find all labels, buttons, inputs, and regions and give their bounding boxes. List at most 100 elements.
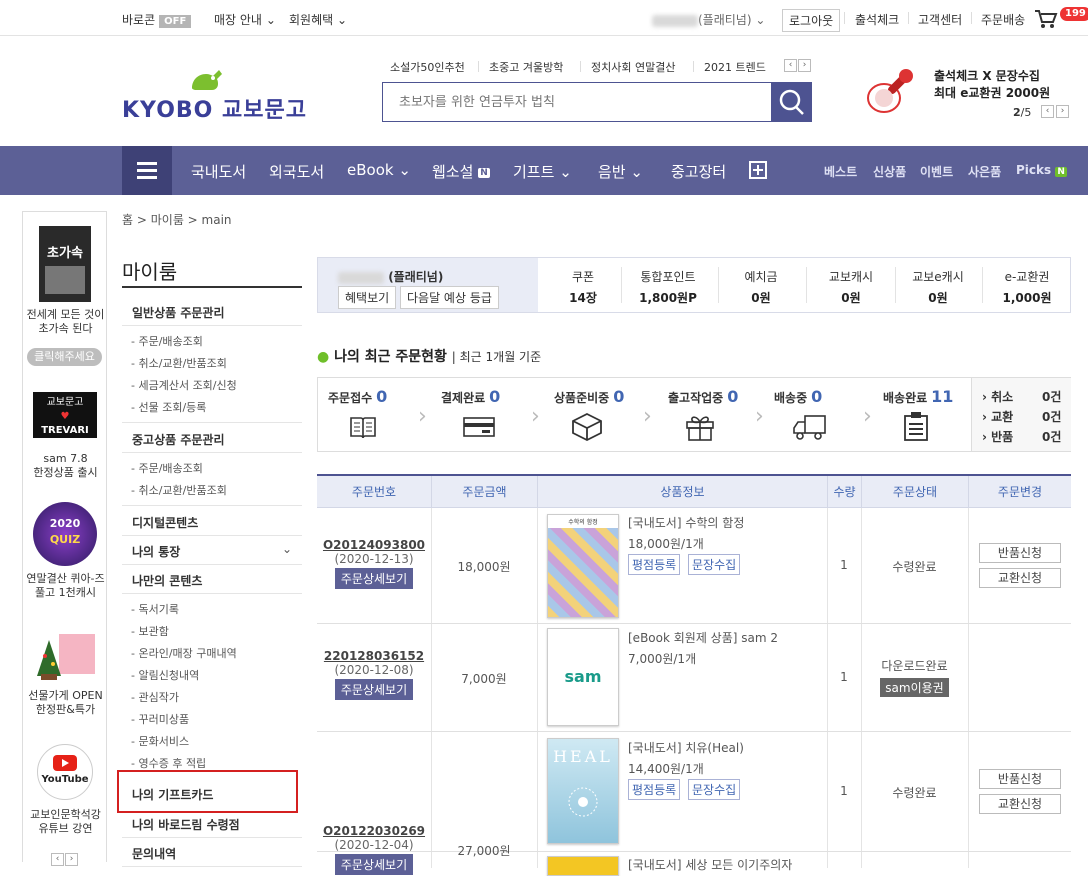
sidebar-item-cancel-return[interactable]: - 취소/교환/반품조회: [131, 355, 227, 371]
keyword-prev-button[interactable]: ‹: [784, 59, 797, 72]
book-cover-image[interactable]: sam: [547, 628, 619, 726]
banner-youtube[interactable]: YouTube: [37, 744, 93, 800]
product-name-link[interactable]: [국내도서] 치유(Heal): [628, 739, 744, 756]
order-detail-button[interactable]: 주문상세보기: [334, 679, 414, 700]
banner-book-cover[interactable]: 초가속: [39, 226, 91, 302]
nav-music[interactable]: 음반 ⌄: [598, 161, 643, 182]
banner-click-button[interactable]: 클릭해주세요: [27, 348, 102, 366]
nav-used-market[interactable]: 중고장터: [671, 161, 726, 182]
sidebar-section-digital[interactable]: 디지털콘텐츠: [122, 506, 302, 536]
claim-exchange[interactable]: › 교환: [982, 408, 1013, 425]
banner-caption[interactable]: 교보인문학석강 유튜브 강연: [23, 808, 108, 836]
product-name-link[interactable]: [국내도서] 수학의 함정: [628, 514, 744, 531]
nav-new[interactable]: 신상품: [873, 163, 906, 180]
keyword-next-button[interactable]: ›: [798, 59, 811, 72]
search-button[interactable]: [771, 83, 811, 121]
banner-quiz[interactable]: 2020 QUIZ: [33, 502, 97, 566]
stat-deposit[interactable]: 예치금 0원: [723, 268, 799, 306]
sidebar-section-general-orders[interactable]: 일반상품 주문관리: [122, 296, 302, 326]
sidebar-item-tax-invoice[interactable]: - 세금계산서 조회/신청: [131, 377, 237, 393]
nav-domestic-books[interactable]: 국내도서: [191, 161, 246, 182]
breadcrumb-home[interactable]: 홈: [122, 213, 133, 227]
search-input[interactable]: [383, 83, 771, 121]
sidebar-item-bundles[interactable]: - 꾸러미상품: [131, 711, 189, 727]
claim-return[interactable]: › 반품: [982, 428, 1013, 445]
promo-prev-button[interactable]: ‹: [1041, 105, 1054, 118]
return-request-button[interactable]: 반품신청: [979, 543, 1061, 563]
sentence-collect-button[interactable]: 문장수집: [688, 779, 741, 800]
nav-event[interactable]: 이벤트: [920, 163, 953, 180]
book-cover-image[interactable]: HEAL: [547, 738, 619, 844]
sidebar-item-purchase-history[interactable]: - 온라인/매장 구매내역: [131, 645, 237, 661]
stamp-promo-icon[interactable]: [862, 64, 918, 120]
kyobo-logo[interactable]: KYOBO 교보문고: [122, 66, 306, 123]
user-menu[interactable]: (플래티넘) ⌄: [652, 11, 765, 28]
sidebar-section-barodrim[interactable]: 나의 바로드림 수령점: [122, 808, 302, 838]
step-order-received[interactable]: 주문접수 0: [328, 387, 387, 406]
cart-icon[interactable]: [1034, 9, 1058, 29]
stat-kyobo-ecash[interactable]: 교보e캐시 0원: [900, 268, 976, 306]
sidebar-item-order-tracking[interactable]: - 주문/배송조회: [131, 333, 203, 349]
step-shipping-prep[interactable]: 출고작업중 0: [668, 387, 738, 406]
attendance-link[interactable]: 출석체크: [855, 11, 899, 28]
nav-gift[interactable]: 기프트 ⌄: [513, 161, 572, 182]
stat-e-voucher[interactable]: e-교환권 1,000원: [986, 268, 1068, 306]
banner-caption[interactable]: sam 7.8 한정상품 출시: [23, 452, 108, 480]
sidebar-item-culture[interactable]: - 문화서비스: [131, 733, 189, 749]
book-cover-image[interactable]: [547, 856, 619, 876]
product-name-link[interactable]: [국내도서] 세상 모든 이기주의자: [628, 856, 792, 873]
claim-cancel[interactable]: › 취소: [982, 388, 1013, 405]
banner-next-button[interactable]: ›: [65, 853, 78, 866]
nav-foreign-books[interactable]: 외국도서: [269, 161, 324, 182]
sidebar-item-receipt-points[interactable]: - 영수증 후 적립: [131, 755, 206, 771]
step-preparing[interactable]: 상품준비중 0: [554, 387, 624, 406]
barocon-toggle[interactable]: 바로콘 OFF: [122, 11, 192, 28]
nav-picks[interactable]: Picks N: [1016, 163, 1067, 177]
store-info-menu[interactable]: 매장 안내 ⌄: [214, 11, 276, 28]
product-name-link[interactable]: [eBook 회원제 상품] sam 2: [628, 629, 778, 646]
rating-button[interactable]: 평점등록: [628, 779, 681, 800]
exchange-request-button[interactable]: 교환신청: [979, 568, 1061, 588]
order-delivery-link[interactable]: 주문배송: [981, 11, 1025, 28]
logout-button[interactable]: 로그아웃: [782, 9, 841, 32]
benefit-button[interactable]: 혜택보기: [338, 286, 397, 309]
order-no-link[interactable]: O20122030269: [317, 824, 431, 838]
sidebar-item-alerts[interactable]: - 알림신청내역: [131, 667, 199, 683]
next-grade-button[interactable]: 다음달 예상 등급: [400, 286, 499, 309]
order-no-link[interactable]: 220128036152: [317, 649, 431, 663]
breadcrumb-myroom[interactable]: 마이룸: [151, 213, 184, 227]
nav-ebook[interactable]: eBook ⌄: [347, 161, 411, 179]
keyword-link[interactable]: 초중고 겨울방학: [489, 59, 563, 75]
member-benefit-menu[interactable]: 회원혜택 ⌄: [289, 11, 347, 28]
stat-kyobo-cash[interactable]: 교보캐시 0원: [811, 268, 891, 306]
stat-coupon[interactable]: 쿠폰 14장: [554, 268, 612, 306]
promo-next-button[interactable]: ›: [1056, 105, 1069, 118]
sidebar-item-reading-log[interactable]: - 독서기록: [131, 601, 179, 617]
step-in-delivery[interactable]: 배송중 0: [774, 387, 822, 406]
sidebar-item-used-order-tracking[interactable]: - 주문/배송조회: [131, 460, 203, 476]
banner-caption[interactable]: 연말결산 퀴아-즈 풀고 1천캐시: [23, 572, 108, 600]
step-payment-complete[interactable]: 결제완료 0: [441, 387, 500, 406]
rating-button[interactable]: 평점등록: [628, 554, 681, 575]
banner-caption[interactable]: 전세계 모든 것이 초가속 된다: [23, 308, 108, 336]
sidebar-section-bankbook[interactable]: 나의 통장 ⌄: [122, 535, 302, 565]
nav-webnovel[interactable]: 웹소설 N: [432, 161, 490, 182]
stat-points[interactable]: 통합포인트 1,800원P: [626, 268, 710, 306]
sentence-collect-button[interactable]: 문장수집: [688, 554, 741, 575]
nav-gifts[interactable]: 사은품: [968, 163, 1001, 180]
nav-more-button[interactable]: [749, 161, 767, 179]
customer-center-link[interactable]: 고객센터: [918, 11, 962, 28]
keyword-link[interactable]: 2021 트렌드: [704, 59, 766, 75]
banner-prev-button[interactable]: ‹: [51, 853, 64, 866]
book-cover-image[interactable]: 수학의 함정: [547, 514, 619, 618]
sidebar-section-inquiry[interactable]: 문의내역: [122, 837, 302, 867]
nav-best[interactable]: 베스트: [824, 163, 857, 180]
sidebar-item-used-cancel-return[interactable]: - 취소/교환/반품조회: [131, 482, 227, 498]
sidebar-item-gift-lookup[interactable]: - 선물 조회/등록: [131, 399, 206, 415]
keyword-link[interactable]: 정치사회 연말결산: [591, 59, 675, 75]
promo-text[interactable]: 출석체크 X 문장수집 최대 e교환권 2000원: [934, 68, 1050, 102]
step-delivered[interactable]: 배송완료 11: [883, 387, 953, 406]
sidebar-section-used-orders[interactable]: 중고상품 주문관리: [122, 423, 302, 453]
sam-voucher-button[interactable]: sam이용권: [880, 678, 949, 697]
keyword-link[interactable]: 소설가50인추천: [390, 59, 465, 75]
